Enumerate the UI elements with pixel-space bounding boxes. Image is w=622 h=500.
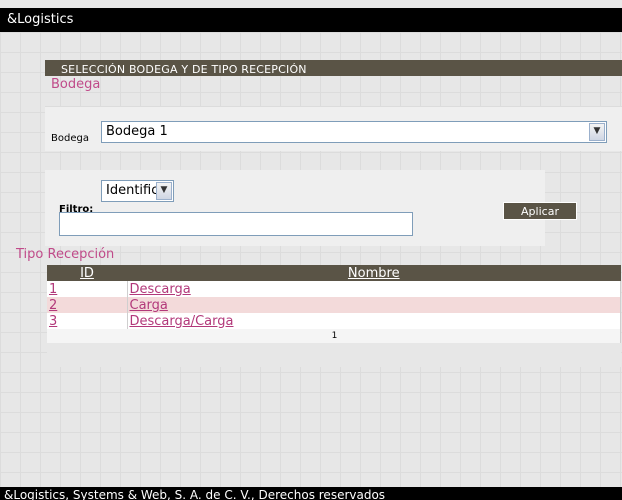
row-id-cell: 3 bbox=[47, 313, 128, 329]
row-id-cell: 2 bbox=[47, 297, 128, 313]
filter-box: Filtro: Identific ▼ bbox=[45, 170, 545, 246]
row-nombre-cell: Descarga/Carga bbox=[127, 313, 621, 329]
row-nombre-cell: Descarga bbox=[127, 281, 621, 297]
tipo-recepcion-title: Tipo Recepción bbox=[16, 247, 115, 262]
bodega-section-title: Bodega bbox=[51, 77, 101, 92]
selection-panel: SELECCIÓN BODEGA Y DE TIPO RECEPCIÓN Bod… bbox=[45, 60, 622, 246]
app-title: &Logistics bbox=[7, 12, 74, 27]
column-header-nombre[interactable]: Nombre bbox=[127, 265, 621, 281]
bodega-box: Bodega Bodega 1 ▼ bbox=[45, 106, 622, 151]
footer-text: &Logistics, Systems & Web, S. A. de C. V… bbox=[4, 488, 386, 500]
row-nombre-link[interactable]: Carga bbox=[130, 298, 168, 313]
bodega-select[interactable]: Bodega 1 ▼ bbox=[101, 121, 607, 143]
row-nombre-cell: Carga bbox=[127, 297, 621, 313]
table-row: 3 Descarga/Carga bbox=[47, 313, 621, 329]
row-id-link[interactable]: 2 bbox=[49, 298, 57, 313]
bodega-label: Bodega bbox=[51, 133, 89, 144]
row-id-cell: 1 bbox=[47, 281, 128, 297]
row-id-link[interactable]: 1 bbox=[49, 282, 57, 297]
footer: &Logistics, Systems & Web, S. A. de C. V… bbox=[0, 487, 622, 500]
chevron-down-icon[interactable]: ▼ bbox=[156, 182, 172, 200]
column-header-id[interactable]: ID bbox=[47, 265, 127, 281]
row-nombre-link[interactable]: Descarga/Carga bbox=[130, 314, 234, 329]
row-nombre-link[interactable]: Descarga bbox=[130, 282, 191, 297]
main-content: SELECCIÓN BODEGA Y DE TIPO RECEPCIÓN Bod… bbox=[0, 32, 622, 487]
bodega-select-value: Bodega 1 bbox=[106, 124, 168, 139]
filtro-input[interactable] bbox=[59, 212, 413, 236]
table-header-row: ID Nombre bbox=[47, 265, 621, 281]
app-title-bar: &Logistics bbox=[0, 8, 622, 32]
section-header: SELECCIÓN BODEGA Y DE TIPO RECEPCIÓN bbox=[45, 60, 622, 76]
table-row: 2 Carga bbox=[47, 297, 621, 313]
apply-button[interactable]: Aplicar bbox=[503, 202, 577, 220]
chevron-down-icon[interactable]: ▼ bbox=[589, 123, 605, 141]
filtro-field-value: Identific bbox=[106, 183, 159, 198]
row-id-link[interactable]: 3 bbox=[49, 314, 57, 329]
table-row: 1 Descarga bbox=[47, 281, 621, 297]
page-number[interactable]: 1 bbox=[47, 329, 621, 343]
filtro-field-select[interactable]: Identific ▼ bbox=[101, 180, 174, 202]
tipo-recepcion-table: ID Nombre 1 Descarga 2 Carga 3 Descarga/… bbox=[47, 265, 621, 343]
tipo-recepcion-grid: ID Nombre 1 Descarga 2 Carga 3 Descarga/… bbox=[47, 265, 621, 367]
table-pager-row: 1 bbox=[47, 329, 621, 343]
